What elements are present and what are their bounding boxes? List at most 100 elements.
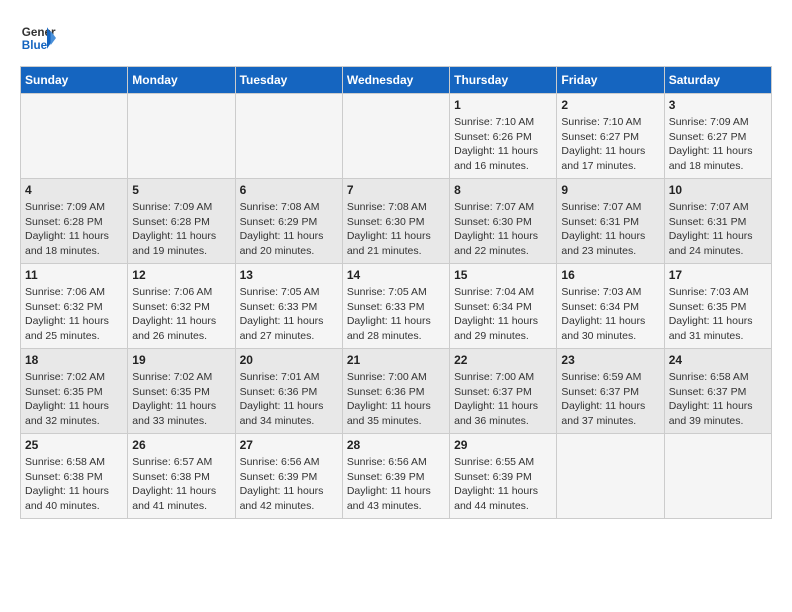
column-header-friday: Friday	[557, 67, 664, 94]
day-number: 21	[347, 353, 445, 367]
calendar-cell: 7 Sunrise: 7:08 AM Sunset: 6:30 PM Daylig…	[342, 179, 449, 264]
day-number: 6	[240, 183, 338, 197]
calendar-cell	[557, 434, 664, 519]
calendar-week-5: 25 Sunrise: 6:58 AM Sunset: 6:38 PM Dayli…	[21, 434, 772, 519]
calendar-cell: 25 Sunrise: 6:58 AM Sunset: 6:38 PM Dayli…	[21, 434, 128, 519]
day-info: Sunrise: 7:01 AM Sunset: 6:36 PM Dayligh…	[240, 370, 338, 429]
calendar-cell: 2Sunrise: 7:10 AM Sunset: 6:27 PM Daylig…	[557, 94, 664, 179]
column-header-sunday: Sunday	[21, 67, 128, 94]
calendar-cell: 26 Sunrise: 6:57 AM Sunset: 6:38 PM Dayli…	[128, 434, 235, 519]
day-info: Sunrise: 7:09 AM Sunset: 6:28 PM Dayligh…	[25, 200, 123, 259]
day-number: 23	[561, 353, 659, 367]
day-number: 11	[25, 268, 123, 282]
calendar-cell: 12 Sunrise: 7:06 AM Sunset: 6:32 PM Dayli…	[128, 264, 235, 349]
day-info: Sunrise: 6:59 AM Sunset: 6:37 PM Dayligh…	[561, 370, 659, 429]
calendar-cell: 21 Sunrise: 7:00 AM Sunset: 6:36 PM Dayli…	[342, 349, 449, 434]
calendar-cell: 15 Sunrise: 7:04 AM Sunset: 6:34 PM Dayli…	[450, 264, 557, 349]
day-info: Sunrise: 7:04 AM Sunset: 6:34 PM Dayligh…	[454, 285, 552, 344]
day-info: Sunrise: 7:06 AM Sunset: 6:32 PM Dayligh…	[132, 285, 230, 344]
logo-icon: General Blue	[20, 20, 56, 56]
day-info: Sunrise: 7:06 AM Sunset: 6:32 PM Dayligh…	[25, 285, 123, 344]
day-number: 27	[240, 438, 338, 452]
day-info: Sunrise: 6:55 AM Sunset: 6:39 PM Dayligh…	[454, 455, 552, 514]
day-number: 15	[454, 268, 552, 282]
calendar-cell: 22 Sunrise: 7:00 AM Sunset: 6:37 PM Dayli…	[450, 349, 557, 434]
day-number: 25	[25, 438, 123, 452]
day-number: 10	[669, 183, 767, 197]
day-number: 24	[669, 353, 767, 367]
column-header-monday: Monday	[128, 67, 235, 94]
calendar-week-4: 18 Sunrise: 7:02 AM Sunset: 6:35 PM Dayli…	[21, 349, 772, 434]
day-info: Sunrise: 6:57 AM Sunset: 6:38 PM Dayligh…	[132, 455, 230, 514]
calendar-cell: 27 Sunrise: 6:56 AM Sunset: 6:39 PM Dayli…	[235, 434, 342, 519]
day-number: 14	[347, 268, 445, 282]
calendar-cell: 10 Sunrise: 7:07 AM Sunset: 6:31 PM Dayli…	[664, 179, 771, 264]
calendar-cell: 9 Sunrise: 7:07 AM Sunset: 6:31 PM Daylig…	[557, 179, 664, 264]
calendar-cell: 14 Sunrise: 7:05 AM Sunset: 6:33 PM Dayli…	[342, 264, 449, 349]
calendar-cell: 4 Sunrise: 7:09 AM Sunset: 6:28 PM Daylig…	[21, 179, 128, 264]
day-number: 8	[454, 183, 552, 197]
day-info: Sunrise: 7:03 AM Sunset: 6:34 PM Dayligh…	[561, 285, 659, 344]
day-number: 19	[132, 353, 230, 367]
day-info: Sunrise: 7:05 AM Sunset: 6:33 PM Dayligh…	[240, 285, 338, 344]
calendar-cell: 5 Sunrise: 7:09 AM Sunset: 6:28 PM Daylig…	[128, 179, 235, 264]
day-number: 3	[669, 98, 767, 112]
day-info: Sunrise: 7:08 AM Sunset: 6:30 PM Dayligh…	[347, 200, 445, 259]
page-header: General Blue	[20, 20, 772, 56]
column-header-wednesday: Wednesday	[342, 67, 449, 94]
calendar-week-1: 1 Sunrise: 7:10 AM Sunset: 6:26 PM Daylig…	[21, 94, 772, 179]
calendar-cell: 6 Sunrise: 7:08 AM Sunset: 6:29 PM Daylig…	[235, 179, 342, 264]
calendar-cell: 8 Sunrise: 7:07 AM Sunset: 6:30 PM Daylig…	[450, 179, 557, 264]
column-header-thursday: Thursday	[450, 67, 557, 94]
day-number: 18	[25, 353, 123, 367]
calendar-cell	[342, 94, 449, 179]
day-info: Sunrise: 7:08 AM Sunset: 6:29 PM Dayligh…	[240, 200, 338, 259]
day-info: Sunrise: 7:02 AM Sunset: 6:35 PM Dayligh…	[25, 370, 123, 429]
calendar-cell: 13Sunrise: 7:05 AM Sunset: 6:33 PM Dayli…	[235, 264, 342, 349]
calendar-cell: 3 Sunrise: 7:09 AM Sunset: 6:27 PM Daylig…	[664, 94, 771, 179]
calendar-cell: 24 Sunrise: 6:58 AM Sunset: 6:37 PM Dayli…	[664, 349, 771, 434]
calendar-cell: 1 Sunrise: 7:10 AM Sunset: 6:26 PM Daylig…	[450, 94, 557, 179]
day-info: Sunrise: 7:07 AM Sunset: 6:31 PM Dayligh…	[669, 200, 767, 259]
day-info: Sunrise: 7:07 AM Sunset: 6:31 PM Dayligh…	[561, 200, 659, 259]
day-info: Sunrise: 7:03 AM Sunset: 6:35 PM Dayligh…	[669, 285, 767, 344]
day-number: 7	[347, 183, 445, 197]
day-info: Sunrise: 7:00 AM Sunset: 6:36 PM Dayligh…	[347, 370, 445, 429]
calendar-cell	[664, 434, 771, 519]
day-number: 28	[347, 438, 445, 452]
day-number: 16	[561, 268, 659, 282]
day-number: 20	[240, 353, 338, 367]
calendar-cell	[235, 94, 342, 179]
day-number: 9	[561, 183, 659, 197]
day-info: Sunrise: 7:09 AM Sunset: 6:27 PM Dayligh…	[669, 115, 767, 174]
day-info: Sunrise: 6:58 AM Sunset: 6:37 PM Dayligh…	[669, 370, 767, 429]
calendar-cell: 20 Sunrise: 7:01 AM Sunset: 6:36 PM Dayli…	[235, 349, 342, 434]
calendar-table: SundayMondayTuesdayWednesdayThursdayFrid…	[20, 66, 772, 519]
calendar-cell: 28 Sunrise: 6:56 AM Sunset: 6:39 PM Dayli…	[342, 434, 449, 519]
day-number: 4	[25, 183, 123, 197]
column-header-saturday: Saturday	[664, 67, 771, 94]
day-info: Sunrise: 7:07 AM Sunset: 6:30 PM Dayligh…	[454, 200, 552, 259]
day-number: 1	[454, 98, 552, 112]
day-info: Sunrise: 7:09 AM Sunset: 6:28 PM Dayligh…	[132, 200, 230, 259]
column-header-tuesday: Tuesday	[235, 67, 342, 94]
calendar-cell: 16 Sunrise: 7:03 AM Sunset: 6:34 PM Dayli…	[557, 264, 664, 349]
calendar-cell: 23 Sunrise: 6:59 AM Sunset: 6:37 PM Dayli…	[557, 349, 664, 434]
day-number: 12	[132, 268, 230, 282]
day-number: 5	[132, 183, 230, 197]
day-info: Sunrise: 7:00 AM Sunset: 6:37 PM Dayligh…	[454, 370, 552, 429]
calendar-week-3: 11 Sunrise: 7:06 AM Sunset: 6:32 PM Dayli…	[21, 264, 772, 349]
calendar-week-2: 4 Sunrise: 7:09 AM Sunset: 6:28 PM Daylig…	[21, 179, 772, 264]
day-info: Sunrise: 7:10 AM Sunset: 6:26 PM Dayligh…	[454, 115, 552, 174]
day-number: 29	[454, 438, 552, 452]
day-info: Sunrise: 6:56 AM Sunset: 6:39 PM Dayligh…	[347, 455, 445, 514]
day-info: Sunrise: 6:58 AM Sunset: 6:38 PM Dayligh…	[25, 455, 123, 514]
day-info: Sunrise: 7:10 AM Sunset: 6:27 PM Dayligh…	[561, 115, 659, 174]
day-info: Sunrise: 7:05 AM Sunset: 6:33 PM Dayligh…	[347, 285, 445, 344]
day-number: 26	[132, 438, 230, 452]
logo: General Blue	[20, 20, 56, 56]
day-number: 22	[454, 353, 552, 367]
day-number: 17	[669, 268, 767, 282]
calendar-cell: 18 Sunrise: 7:02 AM Sunset: 6:35 PM Dayli…	[21, 349, 128, 434]
day-info: Sunrise: 6:56 AM Sunset: 6:39 PM Dayligh…	[240, 455, 338, 514]
